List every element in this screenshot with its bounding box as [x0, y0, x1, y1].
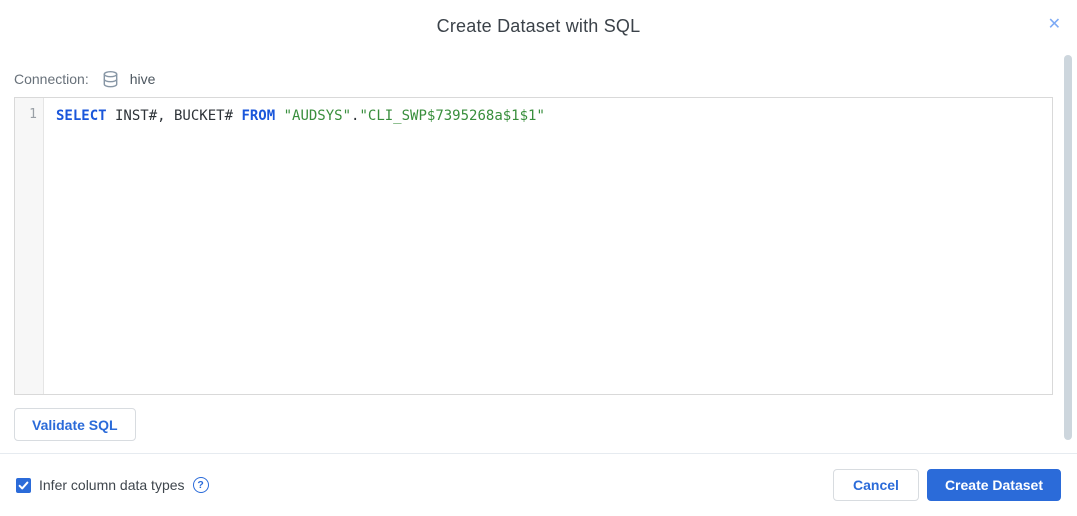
create-dataset-dialog: Create Dataset with SQL ✕ Connection: hi… — [0, 0, 1077, 516]
connection-row: Connection: hive — [14, 67, 155, 91]
sql-code-input[interactable]: SELECT INST#, BUCKET# FROM "AUDSYS"."CLI… — [44, 98, 1052, 394]
footer-divider — [0, 453, 1077, 454]
sql-token: "AUDSYS" — [284, 108, 351, 124]
create-dataset-button[interactable]: Create Dataset — [927, 469, 1061, 501]
line-number: 1 — [29, 107, 37, 122]
editor-gutter: 1 — [15, 98, 44, 394]
sql-token: SELECT — [56, 108, 107, 124]
database-icon — [101, 70, 120, 89]
help-icon[interactable]: ? — [193, 477, 209, 493]
infer-column-types-option[interactable]: Infer column data types ? — [16, 477, 209, 493]
validate-sql-button[interactable]: Validate SQL — [14, 408, 136, 441]
page-scrollbar[interactable] — [1064, 55, 1072, 440]
footer-actions: Cancel Create Dataset — [833, 469, 1061, 501]
connection-label: Connection: — [14, 71, 89, 87]
cancel-button[interactable]: Cancel — [833, 469, 919, 501]
infer-column-types-label: Infer column data types — [39, 477, 185, 493]
sql-token: FROM — [241, 108, 275, 124]
sql-token — [275, 108, 283, 124]
footer-bar: Infer column data types ? Cancel Create … — [16, 469, 1061, 501]
sql-token: "CLI_SWP$7395268a$1$1" — [359, 108, 544, 124]
dialog-title: Create Dataset with SQL — [0, 16, 1077, 37]
connection-name: hive — [130, 71, 156, 87]
infer-column-types-checkbox[interactable] — [16, 478, 31, 493]
close-icon[interactable]: ✕ — [1048, 16, 1061, 34]
sql-token: INST#, BUCKET# — [107, 108, 242, 124]
sql-editor[interactable]: 1 SELECT INST#, BUCKET# FROM "AUDSYS"."C… — [14, 97, 1053, 395]
